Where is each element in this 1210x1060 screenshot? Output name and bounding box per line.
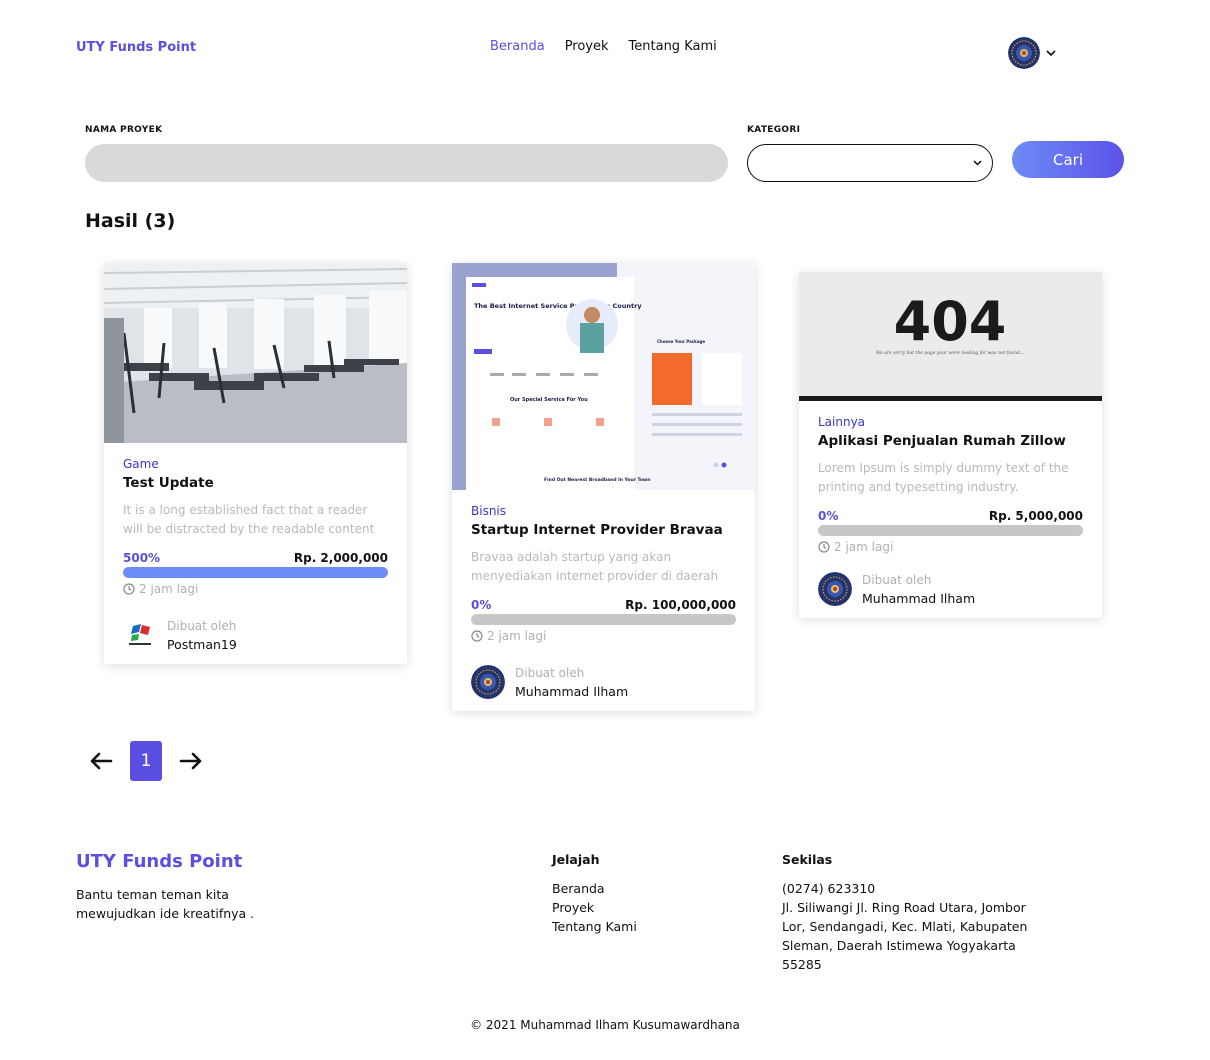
time-remaining: 2 jam lagi <box>818 540 1083 554</box>
chevron-down-icon <box>1046 47 1056 60</box>
page-button-current[interactable]: 1 <box>130 741 162 781</box>
card-description: Bravaa adalah startup yang akan menyedia… <box>471 550 719 583</box>
project-card[interactable]: The Best Internet Service Provider In Co… <box>452 263 755 711</box>
brand-logo-text[interactable]: UTY Funds Point <box>76 40 196 55</box>
nav-beranda[interactable]: Beranda <box>490 39 545 54</box>
progress-percent: 0% <box>471 598 492 612</box>
svg-text:The Best Internet Service Prov: The Best Internet Service Provider In Co… <box>474 302 642 310</box>
project-card[interactable]: Game Test Update It is a long establishe… <box>104 263 407 664</box>
progress-percent: 500% <box>123 551 161 565</box>
project-card[interactable]: 404 We are sorry but the page your were … <box>799 272 1102 618</box>
card-title: Aplikasi Penjualan Rumah Zillow <box>818 433 1066 449</box>
creator-avatar <box>471 665 505 699</box>
footer-about-title: Sekilas <box>782 852 833 867</box>
project-image-gym <box>104 263 407 443</box>
search-button[interactable]: Cari <box>1012 141 1124 178</box>
creator-name: Muhammad Ilham <box>515 683 629 699</box>
card-category: Lainnya <box>818 415 866 429</box>
project-name-label: NAMA PROYEK <box>85 125 163 135</box>
svg-text:Find Out Nearest Broadband In: Find Out Nearest Broadband In Your Town <box>544 477 650 483</box>
copyright: © 2021 Muhammad Ilham Kusumawardhana <box>470 1018 740 1032</box>
main-nav: Beranda Proyek Tentang Kami <box>490 39 717 54</box>
project-image-website-mockup: The Best Internet Service Provider In Co… <box>452 263 755 490</box>
progress-percent: 0% <box>818 509 839 523</box>
footer-contact: (0274) 623310 Jl. Siliwangi Jl. Ring Roa… <box>782 879 1042 974</box>
creator-info: Dibuat oleh Muhammad Ilham <box>818 572 1083 618</box>
category-label: KATEGORI <box>747 125 801 135</box>
card-title: Test Update <box>123 475 214 491</box>
time-remaining: 2 jam lagi <box>471 629 736 643</box>
card-category: Bisnis <box>471 504 507 518</box>
creator-name: Muhammad Ilham <box>862 590 976 606</box>
svg-text:We are sorry but the page your: We are sorry but the page your were look… <box>876 350 1025 356</box>
footer-explore-links: Beranda Proyek Tentang Kami <box>552 879 637 936</box>
results-title: Hasil (3) <box>85 210 176 232</box>
svg-text:Choose Your Package: Choose Your Package <box>657 339 705 344</box>
arrow-right-icon[interactable] <box>176 741 206 781</box>
creator-avatar <box>818 572 852 606</box>
target-amount: Rp. 100,000,000 <box>625 598 736 612</box>
nav-tentang-kami[interactable]: Tentang Kami <box>629 39 717 54</box>
creator-logo <box>123 618 157 652</box>
footer-phone: (0274) 623310 <box>782 881 876 896</box>
footer-link-tentang-kami[interactable]: Tentang Kami <box>552 917 637 936</box>
time-remaining: 2 jam lagi <box>123 582 388 596</box>
footer-explore-title: Jelajah <box>552 852 600 867</box>
footer-address: Jl. Siliwangi Jl. Ring Road Utara, Jombo… <box>782 900 1028 972</box>
card-description: Lorem Ipsum is simply dummy text of the … <box>818 461 1069 494</box>
clock-icon <box>471 630 483 642</box>
svg-text:Our Special Service For You: Our Special Service For You <box>510 397 588 403</box>
arrow-left-icon[interactable] <box>86 741 116 781</box>
card-category: Game <box>123 457 159 471</box>
progress-bar <box>123 567 388 578</box>
profile-menu[interactable] <box>1008 37 1056 69</box>
footer-link-beranda[interactable]: Beranda <box>552 879 637 898</box>
chevron-down-icon <box>973 160 982 166</box>
card-description: It is a long established fact that a rea… <box>123 503 375 536</box>
footer-brand: UTY Funds Point <box>76 851 243 872</box>
target-amount: Rp. 5,000,000 <box>988 509 1083 523</box>
svg-text:404: 404 <box>894 290 1007 353</box>
footer-tagline: Bantu teman teman kita mewujudkan ide kr… <box>76 887 255 921</box>
project-image-404: 404 We are sorry but the page your were … <box>799 272 1102 401</box>
target-amount: Rp. 2,000,000 <box>293 551 388 565</box>
creator-info: Dibuat oleh Postman19 <box>123 618 388 664</box>
clock-icon <box>818 541 830 553</box>
progress-bar <box>818 525 1083 536</box>
creator-info: Dibuat oleh Muhammad Ilham <box>471 665 736 711</box>
project-name-input[interactable] <box>85 144 728 182</box>
clock-icon <box>123 583 135 595</box>
progress-bar <box>471 614 736 625</box>
nav-proyek[interactable]: Proyek <box>565 39 609 54</box>
card-title: Startup Internet Provider Bravaa <box>471 522 723 538</box>
category-select[interactable] <box>747 144 993 182</box>
footer-link-proyek[interactable]: Proyek <box>552 898 637 917</box>
creator-name: Postman19 <box>167 636 237 652</box>
avatar <box>1008 37 1040 69</box>
pagination: 1 <box>86 741 206 781</box>
